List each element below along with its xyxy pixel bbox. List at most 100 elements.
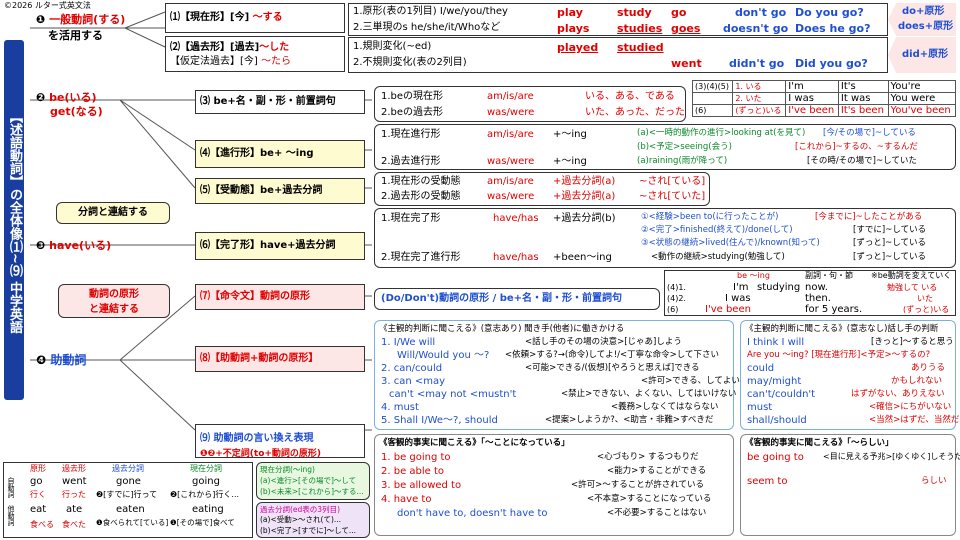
verb-r1j-3: ❷[これから]行く... <box>170 490 240 499</box>
row1-doesnt: doesn't go <box>723 22 789 35</box>
row2-did-you: Did you go? <box>795 57 868 70</box>
row4-p2: +〜ing <box>553 156 587 167</box>
row4-c: (a)raining(雨が降って) <box>637 156 728 166</box>
row8-right-l2b: ありうる <box>911 363 946 373</box>
present-participle-box: 現在分詞(〜ing) (a)<進行>[その場で]〜して (b)<未来>[これから… <box>256 462 370 500</box>
verb-r1j-0: 行く <box>30 490 46 499</box>
be-cell: (ずっと)いる <box>732 104 787 117</box>
row1-tag: do+原形 does+原形 <box>888 3 956 36</box>
be-cell: I've been <box>785 104 839 117</box>
row5-m2: ~され[ていた] <box>639 191 706 202</box>
row3-m1: いる、ある、である <box>585 91 675 102</box>
section-3: ❸ have(いる) <box>36 239 112 252</box>
present-participle-a: (a)<進行>[その場で]〜して <box>260 476 357 485</box>
item-2-box: ⑵【過去形】[過去]〜した 【仮定法過去】[今] 〜たら <box>165 36 345 72</box>
be-cell: I'm <box>785 80 839 93</box>
row9-left-l2b: <許可>〜することが許されている <box>571 480 704 490</box>
present-participle-b: (b)<未来>[これから]〜する... <box>260 487 364 496</box>
verb-r1-2: gone <box>116 476 141 487</box>
present-participle-title: 現在分詞(〜ing) <box>260 465 315 474</box>
ing-r1-1: I'm <box>733 282 749 293</box>
verb-r1-1: went <box>62 476 87 487</box>
row9-left-l1b: <能力>することができる <box>607 466 707 476</box>
verb-r2-3: eating <box>192 504 224 515</box>
row8-left-l3a: 3. can <may <box>381 376 446 387</box>
section-2-sub: get(なる) <box>50 105 103 118</box>
row8-left-l2b: <可能>できる/(仮想)[やろうと思えば]できる <box>525 363 700 373</box>
item-2-label-b: 【仮定法過去】[今] 〜たら <box>170 56 291 67</box>
row8-right-l5b: <確信>にちがいない <box>869 402 952 412</box>
item-1-label: ⑴【現在形】[今] 〜する <box>170 12 283 23</box>
be-cell <box>691 92 734 105</box>
ing-head-3: ※be動詞を変えていく <box>871 271 952 280</box>
be-cell: 2. いた <box>732 92 787 105</box>
row9-right-l1a: seem to <box>747 476 788 487</box>
item-9-box: ⑼ 助動詞の言い換え表現 ❶❷+不定詞(to+動詞の原形) <box>195 424 365 459</box>
connect-base-line1: 動詞の原形 <box>89 289 139 300</box>
side-title-text: 【述語動詞】の全体像⑴~⑼ 中学英語 <box>7 110 22 334</box>
be-cell: You're <box>887 80 957 93</box>
row8-right-header: 《主観的判断に聞こえる》(意志なし)話し手の判断 <box>745 324 939 334</box>
row1-does-he: Does he go? <box>795 22 871 35</box>
row1-dont: don't go <box>735 6 787 19</box>
row8-left-l5a: 4. must <box>381 402 419 413</box>
row3-l2: 2.beの過去形 <box>381 107 444 118</box>
be-table: (3)(4)(5) 1. いる I'm It's You're 2. いた I … <box>691 80 957 117</box>
row1-line1: 1.原形(表の1列目) I/we/you/they <box>353 6 508 17</box>
row6-v2: have/has <box>493 252 539 263</box>
row3-v1: am/is/are <box>487 91 534 102</box>
row8-left-l5b: <義務>しなくてはならない <box>611 402 719 412</box>
verb-r1j-1: 行った <box>62 490 86 499</box>
verb-r1-0: go <box>30 476 43 487</box>
row8-left-l2a: 2. can/could <box>381 363 443 374</box>
row8-right-l5a: must <box>747 402 773 413</box>
verb-r2-0: eat <box>30 504 47 515</box>
past-participle-title: 過去分詞(ed表の3列目) <box>260 505 340 514</box>
be-cell: 1. いる <box>732 80 787 93</box>
row4-v2: was/were <box>487 156 535 167</box>
ing-r2-3: then. <box>805 293 831 304</box>
row2-box: 1.規則変化(~ed) 2.不規則変化(表の2列目) played studie… <box>348 37 888 73</box>
row1-go: go <box>671 6 687 19</box>
row9-right-l0b: <目に見える予兆>[ゆくゆく]しそうだ <box>823 452 960 461</box>
row6-e1r: [今までに]~したことがある <box>815 212 923 222</box>
section-1: ❶ 一般動詞(する) <box>36 13 126 26</box>
row5-v2: was/were <box>487 191 535 202</box>
row8-left-l6a: 5. Shall I/We〜?, should <box>381 415 498 426</box>
row4-l2: 2.過去進行形 <box>381 156 441 167</box>
row8-left-l4a: can't <may not <mustn't <box>389 389 517 400</box>
row2-studied: studied <box>617 41 664 54</box>
row6-box: 1.現在完了形 have/has +過去分詞(b) ①<経験>been to(に… <box>374 208 956 268</box>
row9-right-box: 《客観的事実に聞こえる》「〜らしい」 be going to <目に見える予兆>… <box>740 434 960 536</box>
be-cell: You were <box>887 92 957 105</box>
row6-p2: +been〜ing <box>553 252 612 263</box>
row1-box: 1.原形(表の1列目) I/we/you/they 2.三単現のs he/she… <box>348 3 888 36</box>
row4-p1: +〜ing <box>553 129 587 140</box>
row3-v2: was/were <box>487 107 535 118</box>
item-7-box: ⑺【命令文】動詞の原形 <box>195 284 365 310</box>
row8-right-l4b: はずがない、ありえない <box>851 389 945 399</box>
row9-left-l0a: 1. be going to <box>381 452 451 463</box>
row6-e3r: [ずっと]~している <box>853 238 927 248</box>
ing-r1-2: studying <box>757 282 801 293</box>
row6-e4: <動作の継続>studying(勉強して) <box>651 252 785 262</box>
row8-right-box: 《主観的判断に聞こえる》(意志なし)話し手の判断 I think I will … <box>740 320 959 430</box>
row6-e4r: [ずっと]~している <box>853 252 927 262</box>
item-4-box: ⑷【進行形】be+ 〜ing <box>195 140 365 168</box>
row4-v1: am/is/are <box>487 129 534 140</box>
row4-l1: 1.現在進行形 <box>381 129 441 140</box>
row1-study: study <box>617 6 652 19</box>
be-cell: (6) <box>691 104 734 117</box>
row5-l2: 2.過去形の受動態 <box>381 191 461 202</box>
ing-r3-4: (ずっと)いる <box>903 305 950 314</box>
row6-l1: 1.現在完了形 <box>381 213 441 224</box>
row1-tag2: does+原形 <box>898 21 954 32</box>
section-1-sub: を活用する <box>48 29 103 42</box>
row8-right-l0b: [きっと]〜すると思う <box>871 337 954 347</box>
be-cell: It's <box>837 80 889 93</box>
row8-left-l4b: <禁止>できない、よくない、してはいけない <box>561 389 737 399</box>
row6-e2: ②<完了>finished(終えて)/done(して) <box>641 225 793 235</box>
row4-a: (a)<一時的動作の進行>looking at(を見て) <box>637 128 806 138</box>
row8-left-l1b: <依頼>する?→(命令)してよ!/<丁寧な命令>して下さい <box>505 350 720 360</box>
verb-r2j-1: 食べた <box>62 520 86 529</box>
